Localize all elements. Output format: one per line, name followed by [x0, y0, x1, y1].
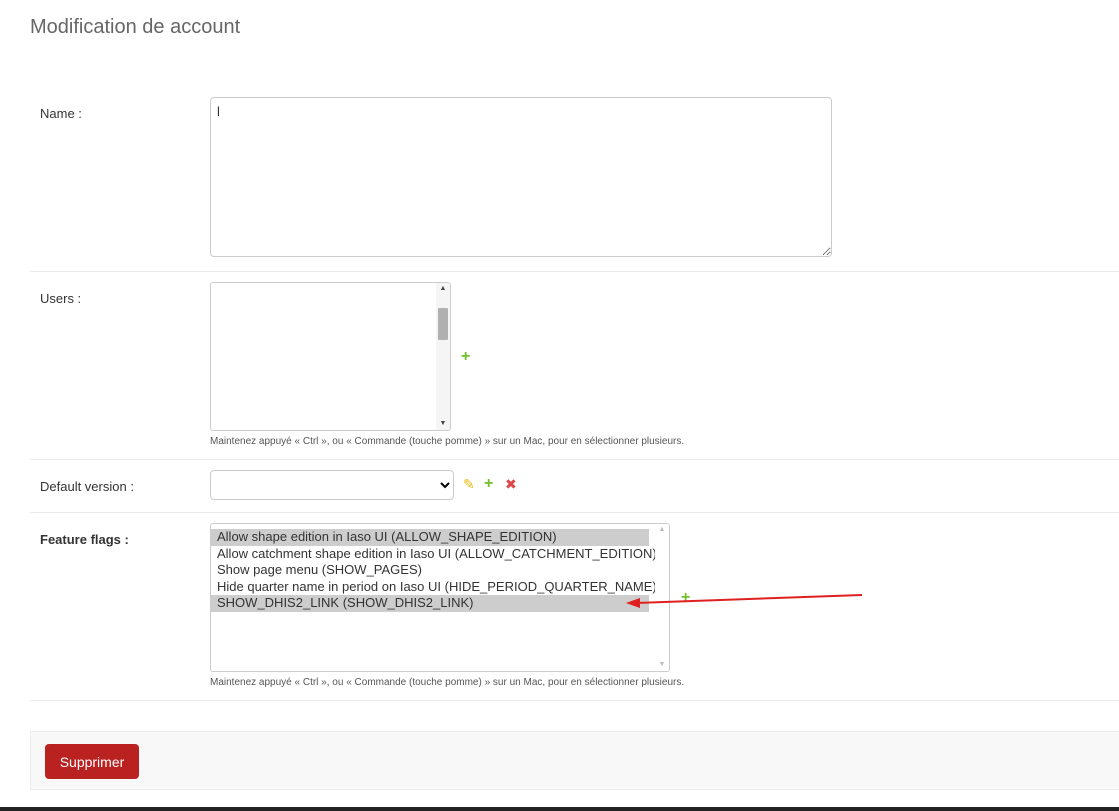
feature-flag-option[interactable]: Hide quarter name in period on Iaso UI (…: [211, 579, 657, 596]
feature-flags-row: Feature flags : Allow shape edition in I…: [30, 523, 1119, 701]
name-field[interactable]: [210, 97, 832, 257]
feature-flag-option[interactable]: Allow catchment shape edition in Iaso UI…: [211, 546, 657, 563]
users-row: Users : ▲ ▼ + Maintenez appuyé « Ctrl »,…: [30, 282, 1119, 460]
feature-flags-multiselect[interactable]: Allow shape edition in Iaso UI (ALLOW_SH…: [210, 523, 670, 672]
scroll-thumb[interactable]: [438, 308, 448, 340]
name-row: Name :: [30, 97, 1119, 272]
pencil-icon[interactable]: ✎: [463, 476, 475, 493]
feature-flag-option[interactable]: SHOW_DHIS2_LINK (SHOW_DHIS2_LINK): [211, 595, 649, 612]
users-scrollbar[interactable]: ▲ ▼: [436, 283, 450, 430]
feature-flag-option[interactable]: Allow shape edition in Iaso UI (ALLOW_SH…: [211, 529, 649, 546]
users-help-text: Maintenez appuyé « Ctrl », ou « Commande…: [210, 436, 685, 447]
delete-button[interactable]: Supprimer: [45, 744, 139, 779]
default-version-label: Default version :: [40, 479, 134, 494]
add-user-icon[interactable]: +: [461, 348, 470, 366]
add-version-icon[interactable]: +: [484, 475, 493, 493]
default-version-select[interactable]: [210, 470, 454, 500]
scroll-up-icon[interactable]: ▲: [655, 524, 669, 536]
users-multiselect[interactable]: ▲ ▼: [210, 282, 451, 431]
bottom-border: [0, 807, 1119, 811]
scroll-down-icon[interactable]: ▼: [655, 659, 669, 671]
submit-row: Supprimer: [30, 731, 1119, 790]
page-title: Modification de account: [30, 16, 241, 38]
users-label: Users :: [40, 291, 82, 306]
feature-flag-option[interactable]: Show page menu (SHOW_PAGES): [211, 562, 649, 579]
feature-flags-help-text: Maintenez appuyé « Ctrl », ou « Commande…: [210, 677, 685, 688]
feature-flags-options: Allow shape edition in Iaso UI (ALLOW_SH…: [211, 529, 669, 612]
name-label: Name :: [40, 106, 82, 121]
add-feature-flag-icon[interactable]: +: [681, 589, 690, 607]
default-version-row: Default version : ✎ + ✖: [30, 470, 1119, 513]
feature-flags-label: Feature flags :: [40, 532, 129, 547]
feature-flags-scrollbar[interactable]: ▲ ▼: [655, 524, 669, 671]
delete-version-icon[interactable]: ✖: [505, 476, 517, 493]
scroll-up-icon[interactable]: ▲: [436, 283, 450, 295]
scroll-down-icon[interactable]: ▼: [436, 418, 450, 430]
